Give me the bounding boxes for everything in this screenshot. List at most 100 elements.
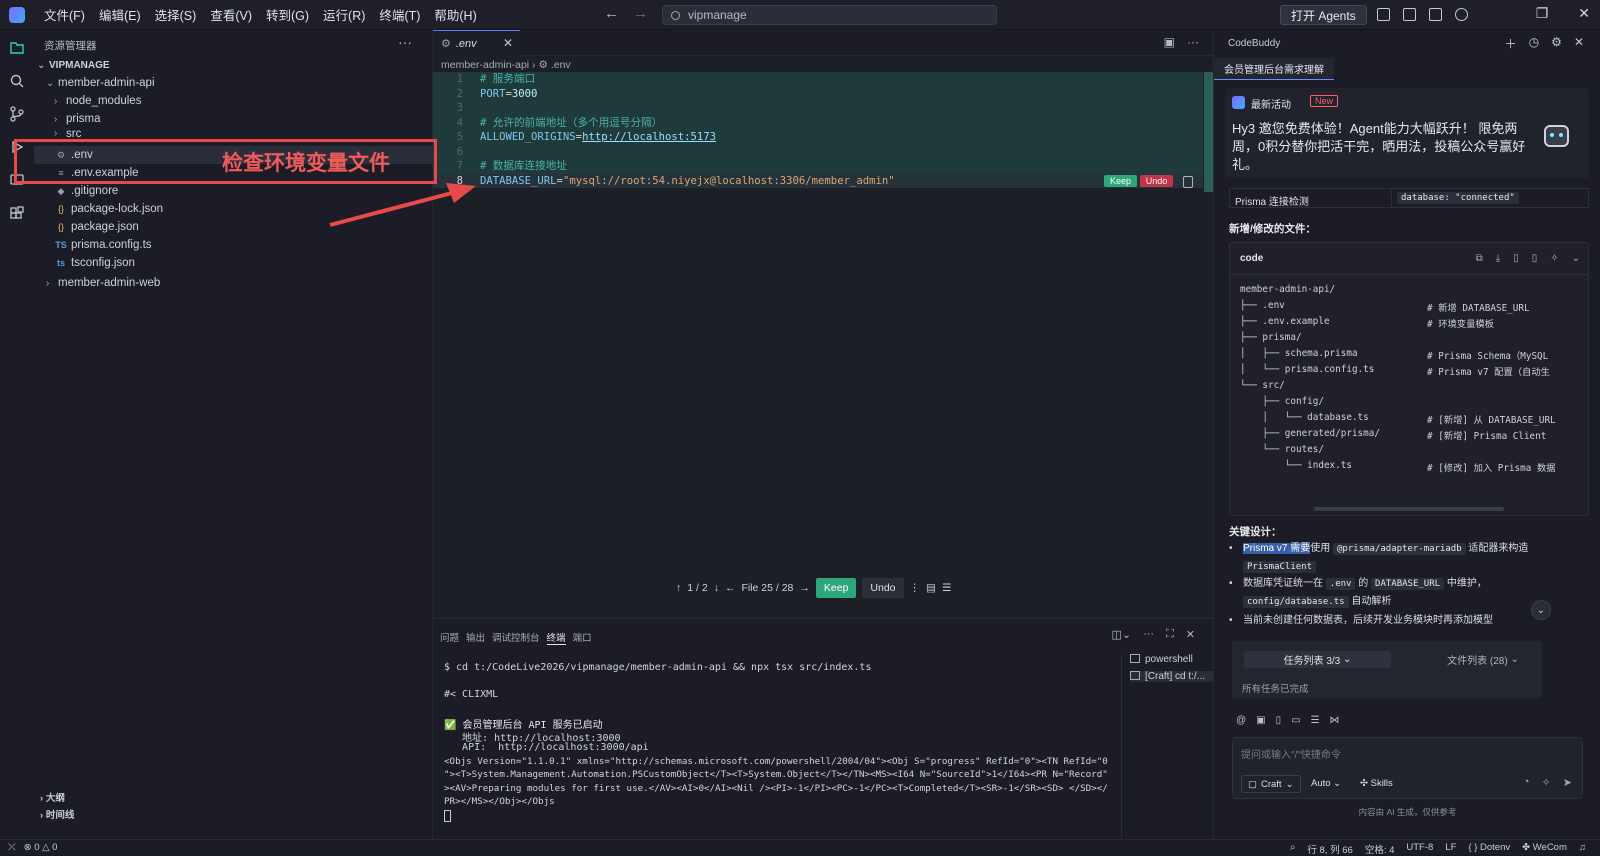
list-icon[interactable]: ☰ [942, 582, 951, 594]
language-mode[interactable]: { } Dotenv [1468, 842, 1510, 856]
tree-item-gitignore[interactable]: ◆ .gitignore [34, 182, 433, 200]
tab-problems[interactable]: 问题 [440, 630, 459, 645]
tab-ports[interactable]: 端口 [573, 630, 592, 645]
tab-terminal[interactable]: 终端 [546, 630, 566, 645]
forward-arrow-icon[interactable]: → [633, 5, 648, 22]
close-icon[interactable]: ✕ [503, 36, 513, 50]
breadcrumb-folder[interactable]: member-admin-api [441, 59, 529, 71]
inline-keep-button[interactable]: Keep [1104, 175, 1137, 187]
mention-icon[interactable]: @ [1236, 715, 1246, 726]
more-vertical-icon[interactable]: ⋮ [910, 582, 921, 594]
back-arrow-icon[interactable]: ← [604, 5, 619, 22]
tree-item-member-admin-api[interactable]: ⌄ member-admin-api [34, 74, 433, 92]
toggle-secondary-sidebar-icon[interactable] [1429, 8, 1442, 21]
magic-icon[interactable]: ✧ [1550, 253, 1558, 264]
tree-item-prisma-config[interactable]: TS prisma.config.ts [34, 236, 433, 254]
problems-indicator[interactable]: ⊗ 0 △ 0 [24, 842, 58, 853]
mode-craft-dropdown[interactable]: ▢ Craft ⌄ [1241, 775, 1301, 793]
code-line[interactable]: 5 ALLOWED_ORIGINS=http://localhost:5173 [433, 130, 1203, 145]
copy-icon[interactable]: ⧉ [1476, 253, 1483, 264]
source-control-icon[interactable] [9, 106, 25, 122]
tree-item-package-lock[interactable]: {} package-lock.json [34, 200, 433, 218]
extensions-icon[interactable] [9, 206, 25, 222]
history-icon[interactable]: ◷ [1529, 35, 1539, 52]
command-center-search[interactable]: vipmanage [662, 5, 997, 25]
menu-terminal[interactable]: 终端(T) [372, 5, 427, 24]
insert-icon[interactable]: ⤓ [1496, 253, 1500, 264]
tree-item-node-modules[interactable]: › node_modules [34, 92, 433, 110]
end-of-line[interactable]: LF [1445, 842, 1456, 856]
breadcrumb-file[interactable]: .env [551, 59, 571, 71]
apply-icon[interactable]: ▯ [1532, 253, 1538, 264]
search-activity-icon[interactable] [9, 73, 25, 89]
rules-icon[interactable]: ⋈ [1330, 715, 1340, 726]
notifications-icon[interactable]: ♫ [1579, 842, 1586, 856]
model-auto-dropdown[interactable]: Auto ⌄ [1311, 778, 1341, 789]
inline-undo-button[interactable]: Undo [1140, 175, 1173, 187]
new-file-icon[interactable]: ▯ [1513, 253, 1519, 264]
news-card[interactable]: 最新活动 New Hy3 邀您免费体验！Agent能力大幅跃升！ 限免两周，0积… [1226, 88, 1589, 178]
split-terminal-icon[interactable]: ◫⌄ [1111, 628, 1131, 641]
code-line[interactable]: 6 [433, 144, 1203, 159]
keep-all-button[interactable]: Keep [815, 578, 857, 598]
session-tab[interactable]: 会员管理后台需求理解 [1214, 58, 1334, 80]
terminal-powershell[interactable]: powershell [1130, 654, 1214, 665]
more-actions-icon[interactable]: ··· [1143, 628, 1154, 641]
tree-item-member-admin-web[interactable]: › member-admin-web [34, 274, 433, 292]
code-line[interactable]: 3 [433, 101, 1203, 116]
cursor-position[interactable]: 行 8, 列 66 [1307, 842, 1352, 856]
terminal-craft[interactable]: [Craft] cd t:/... [1130, 671, 1214, 682]
close-icon[interactable]: ✕ [1574, 35, 1584, 52]
new-chat-icon[interactable]: ＋ [1505, 35, 1517, 52]
tab-env[interactable]: ⚙ .env ✕ [433, 30, 520, 56]
task-list-tab[interactable]: 任务列表 3/3 ⌄ [1244, 651, 1391, 668]
workspace-root[interactable]: ⌄ VIPMANAGE [34, 56, 433, 74]
code-line-current[interactable]: 8 DATABASE_URL="mysql://root:54.niyejx@lo… [433, 173, 1203, 188]
menu-run[interactable]: 运行(R) [316, 5, 372, 24]
copy-icon[interactable] [1183, 176, 1193, 188]
account-icon[interactable] [1455, 8, 1468, 21]
prev-change-icon[interactable]: ↑ [676, 582, 681, 594]
document-icon[interactable]: ▤ [926, 582, 936, 594]
menu-view[interactable]: 查看(V) [203, 5, 259, 24]
wecom-status[interactable]: ✤ WeCom [1522, 842, 1567, 856]
code-line[interactable]: 4 # 允许的前端地址（多个用逗号分隔） [433, 115, 1203, 130]
code-line[interactable]: 7 # 数据库连接地址 [433, 159, 1203, 174]
tree-item-package-json[interactable]: {} package.json [34, 218, 433, 236]
tab-output[interactable]: 输出 [466, 630, 485, 645]
enhance-icon[interactable]: ✧ [1542, 776, 1551, 789]
tab-debug-console[interactable]: 调试控制台 [492, 630, 540, 645]
tree-item-src[interactable]: › src [34, 128, 433, 138]
restore-icon[interactable]: ❐ [1536, 5, 1549, 22]
code-line[interactable]: 2 PORT=3000 [433, 86, 1203, 101]
tree-item-prisma[interactable]: › prisma [34, 110, 433, 128]
more-actions-icon[interactable]: ··· [398, 34, 412, 50]
close-window-icon[interactable]: ✕ [1578, 5, 1590, 22]
open-agents-button[interactable]: 打开 Agents [1280, 5, 1367, 25]
timeline-section[interactable]: › 时间线 [40, 807, 74, 821]
explorer-icon[interactable] [9, 40, 25, 56]
encoding[interactable]: UTF-8 [1406, 842, 1433, 856]
send-icon[interactable]: ➤ [1563, 776, 1572, 789]
more-actions-icon[interactable]: ··· [1187, 35, 1199, 49]
next-change-icon[interactable]: ↓ [714, 582, 719, 594]
code-line[interactable]: 1 # 服务端口 [433, 72, 1203, 87]
toggle-panel-icon[interactable] [1403, 8, 1416, 21]
outline-section[interactable]: › 大纲 [40, 790, 65, 804]
book-icon[interactable]: ▭ [1291, 715, 1300, 726]
next-file-icon[interactable]: → [799, 582, 810, 594]
file-list-tab[interactable]: 文件列表 (28) ⌄ [1428, 651, 1538, 668]
skills-button[interactable]: ✣ Skills [1360, 778, 1393, 789]
menu-help[interactable]: 帮助(H) [427, 5, 483, 24]
image-icon[interactable]: ▣ [1256, 715, 1265, 726]
scroll-down-icon[interactable]: ⌄ [1531, 600, 1551, 620]
zoom-icon[interactable]: ⌕ [1290, 842, 1295, 856]
horizontal-scrollbar[interactable] [1314, 507, 1504, 511]
close-icon[interactable]: ✕ [1186, 628, 1195, 641]
undo-all-button[interactable]: Undo [862, 578, 904, 598]
list-icon[interactable]: ☰ [1311, 715, 1320, 726]
chevron-down-icon[interactable]: ⌄ [1572, 253, 1580, 264]
menu-file[interactable]: 文件(F) [37, 5, 92, 24]
menu-selection[interactable]: 选择(S) [148, 5, 204, 24]
maximize-icon[interactable]: ⛶ [1166, 628, 1174, 641]
